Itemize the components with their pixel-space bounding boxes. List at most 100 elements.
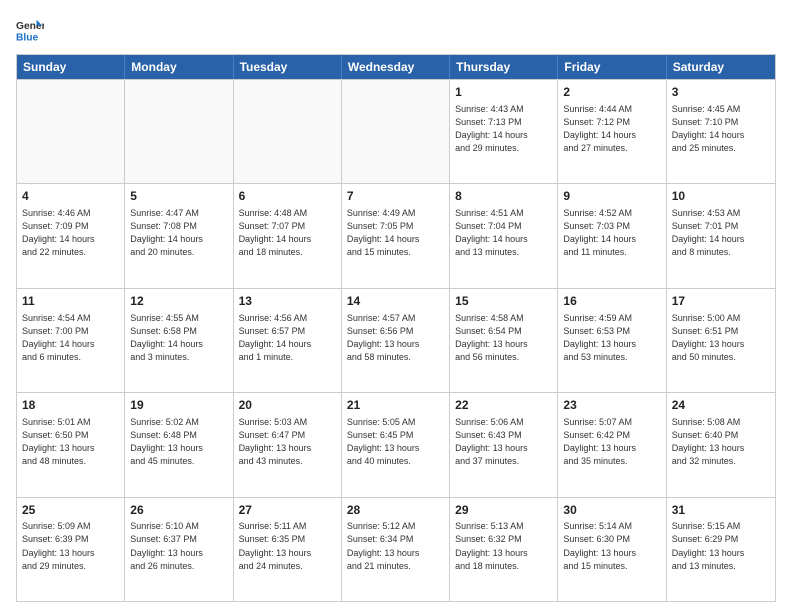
cell-detail: Sunrise: 4:53 AM Sunset: 7:01 PM Dayligh… [672, 207, 770, 259]
day-number: 15 [455, 293, 552, 310]
header: General Blue [16, 16, 776, 44]
calendar-body: 1 Sunrise: 4:43 AM Sunset: 7:13 PM Daylig… [17, 79, 775, 601]
calendar-cell: 18 Sunrise: 5:01 AM Sunset: 6:50 PM Dayli… [17, 393, 125, 496]
calendar-cell: 11Sunrise: 4:54 AM Sunset: 7:00 PM Dayli… [17, 289, 125, 392]
cell-detail: Sunrise: 5:03 AM Sunset: 6:47 PM Dayligh… [239, 416, 336, 468]
weekday-header-wednesday: Wednesday [342, 55, 450, 79]
calendar-row-1: 4 Sunrise: 4:46 AM Sunset: 7:09 PM Daylig… [17, 183, 775, 287]
page: General Blue SundayMondayTuesdayWednesda… [0, 0, 792, 612]
calendar-cell [17, 80, 125, 183]
calendar-cell [234, 80, 342, 183]
calendar-cell: 21Sunrise: 5:05 AM Sunset: 6:45 PM Dayli… [342, 393, 450, 496]
day-number: 10 [672, 188, 770, 205]
day-number: 3 [672, 84, 770, 101]
cell-detail: Sunrise: 4:48 AM Sunset: 7:07 PM Dayligh… [239, 207, 336, 259]
day-number: 27 [239, 502, 336, 519]
cell-detail: Sunrise: 4:45 AM Sunset: 7:10 PM Dayligh… [672, 103, 770, 155]
svg-text:Blue: Blue [16, 32, 39, 43]
calendar-cell: 28Sunrise: 5:12 AM Sunset: 6:34 PM Dayli… [342, 498, 450, 601]
calendar: SundayMondayTuesdayWednesdayThursdayFrid… [16, 54, 776, 602]
calendar-cell: 26Sunrise: 5:10 AM Sunset: 6:37 PM Dayli… [125, 498, 233, 601]
day-number: 14 [347, 293, 444, 310]
cell-detail: Sunrise: 4:56 AM Sunset: 6:57 PM Dayligh… [239, 312, 336, 364]
day-number: 13 [239, 293, 336, 310]
cell-detail: Sunrise: 4:59 AM Sunset: 6:53 PM Dayligh… [563, 312, 660, 364]
cell-detail: Sunrise: 5:07 AM Sunset: 6:42 PM Dayligh… [563, 416, 660, 468]
calendar-cell [342, 80, 450, 183]
calendar-cell: 5 Sunrise: 4:47 AM Sunset: 7:08 PM Daylig… [125, 184, 233, 287]
calendar-header: SundayMondayTuesdayWednesdayThursdayFrid… [17, 55, 775, 79]
calendar-cell: 13 Sunrise: 4:56 AM Sunset: 6:57 PM Dayli… [234, 289, 342, 392]
cell-detail: Sunrise: 5:01 AM Sunset: 6:50 PM Dayligh… [22, 416, 119, 468]
calendar-row-3: 18 Sunrise: 5:01 AM Sunset: 6:50 PM Dayli… [17, 392, 775, 496]
calendar-cell: 1 Sunrise: 4:43 AM Sunset: 7:13 PM Daylig… [450, 80, 558, 183]
cell-detail: Sunrise: 5:09 AM Sunset: 6:39 PM Dayligh… [22, 520, 119, 572]
day-number: 12 [130, 293, 227, 310]
calendar-cell: 16 Sunrise: 4:59 AM Sunset: 6:53 PM Dayli… [558, 289, 666, 392]
day-number: 4 [22, 188, 119, 205]
cell-detail: Sunrise: 4:49 AM Sunset: 7:05 PM Dayligh… [347, 207, 444, 259]
calendar-cell: 27Sunrise: 5:11 AM Sunset: 6:35 PM Dayli… [234, 498, 342, 601]
calendar-cell: 9 Sunrise: 4:52 AM Sunset: 7:03 PM Daylig… [558, 184, 666, 287]
day-number: 19 [130, 397, 227, 414]
calendar-row-0: 1 Sunrise: 4:43 AM Sunset: 7:13 PM Daylig… [17, 79, 775, 183]
cell-detail: Sunrise: 5:14 AM Sunset: 6:30 PM Dayligh… [563, 520, 660, 572]
day-number: 23 [563, 397, 660, 414]
cell-detail: Sunrise: 5:08 AM Sunset: 6:40 PM Dayligh… [672, 416, 770, 468]
cell-detail: Sunrise: 5:12 AM Sunset: 6:34 PM Dayligh… [347, 520, 444, 572]
cell-detail: Sunrise: 4:52 AM Sunset: 7:03 PM Dayligh… [563, 207, 660, 259]
day-number: 28 [347, 502, 444, 519]
calendar-cell: 10 Sunrise: 4:53 AM Sunset: 7:01 PM Dayli… [667, 184, 775, 287]
calendar-cell: 6 Sunrise: 4:48 AM Sunset: 7:07 PM Daylig… [234, 184, 342, 287]
day-number: 1 [455, 84, 552, 101]
calendar-cell: 22 Sunrise: 5:06 AM Sunset: 6:43 PM Dayli… [450, 393, 558, 496]
calendar-cell: 24Sunrise: 5:08 AM Sunset: 6:40 PM Dayli… [667, 393, 775, 496]
cell-detail: Sunrise: 4:44 AM Sunset: 7:12 PM Dayligh… [563, 103, 660, 155]
day-number: 8 [455, 188, 552, 205]
day-number: 25 [22, 502, 119, 519]
cell-detail: Sunrise: 5:00 AM Sunset: 6:51 PM Dayligh… [672, 312, 770, 364]
day-number: 18 [22, 397, 119, 414]
weekday-header-sunday: Sunday [17, 55, 125, 79]
cell-detail: Sunrise: 4:47 AM Sunset: 7:08 PM Dayligh… [130, 207, 227, 259]
logo: General Blue [16, 16, 44, 44]
cell-detail: Sunrise: 5:10 AM Sunset: 6:37 PM Dayligh… [130, 520, 227, 572]
day-number: 9 [563, 188, 660, 205]
calendar-cell: 19 Sunrise: 5:02 AM Sunset: 6:48 PM Dayli… [125, 393, 233, 496]
calendar-cell: 4 Sunrise: 4:46 AM Sunset: 7:09 PM Daylig… [17, 184, 125, 287]
day-number: 7 [347, 188, 444, 205]
cell-detail: Sunrise: 5:02 AM Sunset: 6:48 PM Dayligh… [130, 416, 227, 468]
weekday-header-monday: Monday [125, 55, 233, 79]
day-number: 22 [455, 397, 552, 414]
calendar-cell: 25Sunrise: 5:09 AM Sunset: 6:39 PM Dayli… [17, 498, 125, 601]
day-number: 20 [239, 397, 336, 414]
cell-detail: Sunrise: 4:58 AM Sunset: 6:54 PM Dayligh… [455, 312, 552, 364]
weekday-header-thursday: Thursday [450, 55, 558, 79]
weekday-header-friday: Friday [558, 55, 666, 79]
logo-icon: General Blue [16, 16, 44, 44]
day-number: 16 [563, 293, 660, 310]
cell-detail: Sunrise: 4:46 AM Sunset: 7:09 PM Dayligh… [22, 207, 119, 259]
calendar-row-2: 11Sunrise: 4:54 AM Sunset: 7:00 PM Dayli… [17, 288, 775, 392]
calendar-cell: 30Sunrise: 5:14 AM Sunset: 6:30 PM Dayli… [558, 498, 666, 601]
svg-text:General: General [16, 21, 44, 32]
day-number: 26 [130, 502, 227, 519]
day-number: 6 [239, 188, 336, 205]
day-number: 5 [130, 188, 227, 205]
cell-detail: Sunrise: 5:06 AM Sunset: 6:43 PM Dayligh… [455, 416, 552, 468]
calendar-cell: 8 Sunrise: 4:51 AM Sunset: 7:04 PM Daylig… [450, 184, 558, 287]
cell-detail: Sunrise: 5:13 AM Sunset: 6:32 PM Dayligh… [455, 520, 552, 572]
cell-detail: Sunrise: 4:43 AM Sunset: 7:13 PM Dayligh… [455, 103, 552, 155]
calendar-cell: 12Sunrise: 4:55 AM Sunset: 6:58 PM Dayli… [125, 289, 233, 392]
calendar-cell: 31Sunrise: 5:15 AM Sunset: 6:29 PM Dayli… [667, 498, 775, 601]
calendar-cell: 2 Sunrise: 4:44 AM Sunset: 7:12 PM Daylig… [558, 80, 666, 183]
cell-detail: Sunrise: 4:57 AM Sunset: 6:56 PM Dayligh… [347, 312, 444, 364]
calendar-cell: 17 Sunrise: 5:00 AM Sunset: 6:51 PM Dayli… [667, 289, 775, 392]
calendar-cell: 29Sunrise: 5:13 AM Sunset: 6:32 PM Dayli… [450, 498, 558, 601]
cell-detail: Sunrise: 4:51 AM Sunset: 7:04 PM Dayligh… [455, 207, 552, 259]
day-number: 31 [672, 502, 770, 519]
day-number: 17 [672, 293, 770, 310]
calendar-cell: 15 Sunrise: 4:58 AM Sunset: 6:54 PM Dayli… [450, 289, 558, 392]
day-number: 2 [563, 84, 660, 101]
calendar-cell: 20 Sunrise: 5:03 AM Sunset: 6:47 PM Dayli… [234, 393, 342, 496]
